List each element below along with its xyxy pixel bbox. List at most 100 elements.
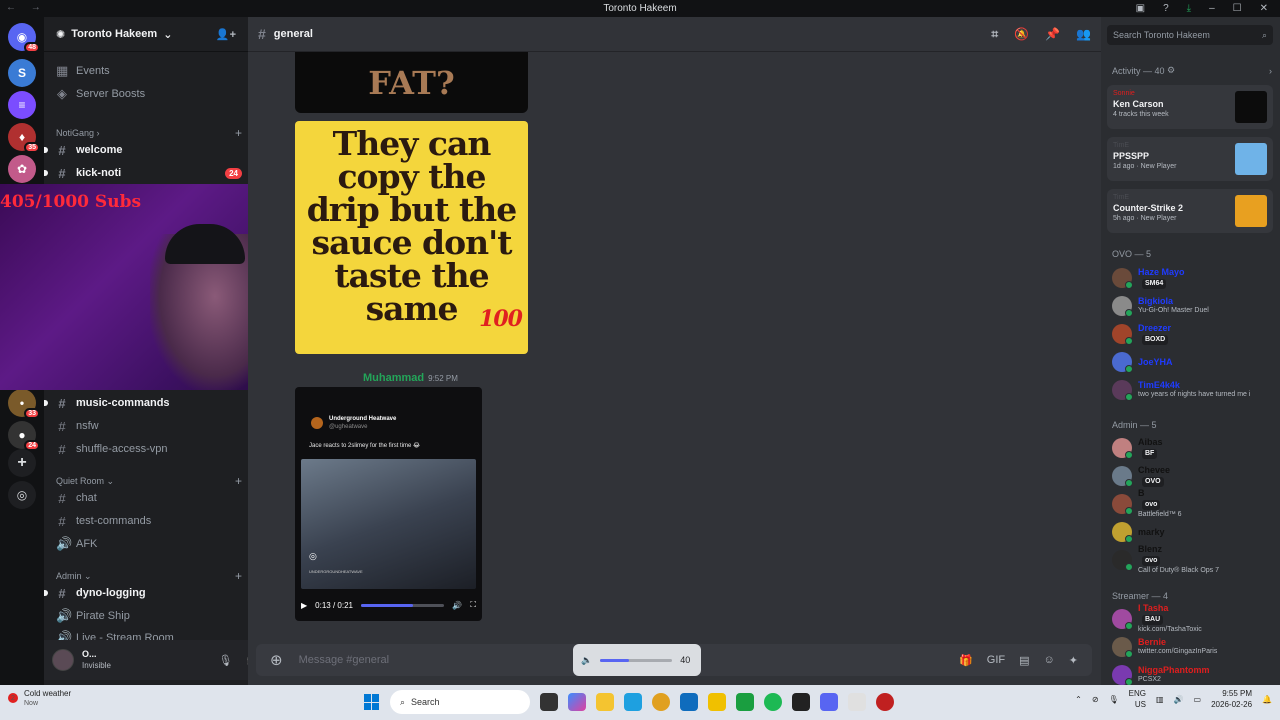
weather-widget[interactable]: 2 Cold weather Now <box>8 689 71 707</box>
channel-chat[interactable]: # chat <box>56 489 242 507</box>
boosts-item[interactable]: ◈ Server Boosts <box>56 85 242 103</box>
help-icon[interactable]: ? <box>1163 3 1169 14</box>
taskbar-search[interactable]: ⌕ Search <box>390 690 530 714</box>
download-icon[interactable]: ⤓ <box>1187 3 1191 14</box>
member-item[interactable]: Chevee OVO <box>1112 465 1274 487</box>
emoji-icon[interactable]: ☺ <box>1044 654 1055 667</box>
fullscreen-icon[interactable]: ⛶ <box>470 600 476 610</box>
app-icon[interactable] <box>792 693 810 711</box>
image-attachment[interactable]: FAT? <box>295 52 528 113</box>
maximize-icon[interactable]: ☐ <box>1233 3 1242 14</box>
video-thumbnail[interactable]: ◎ UNDERGROUNDHEATWAVE <box>301 459 476 589</box>
apps-icon[interactable]: ✦ <box>1069 654 1078 667</box>
chrome-icon[interactable] <box>652 693 670 711</box>
discover-icon[interactable]: ◎ <box>8 481 36 509</box>
category-admin[interactable]: Admin ⌄ + <box>56 569 242 583</box>
activity-card[interactable]: Sonnie Ken Carson 4 tracks this week <box>1107 85 1273 129</box>
avatar[interactable] <box>52 649 74 671</box>
video-progress[interactable] <box>360 603 445 607</box>
channel-pirate-ship[interactable]: 🔊 Pirate Ship <box>56 607 242 625</box>
spotify-icon[interactable] <box>764 693 782 711</box>
add-channel-icon[interactable]: + <box>235 569 242 583</box>
activity-card[interactable]: TimE Counter-Strike 2 5h ago · New Playe… <box>1107 189 1273 233</box>
add-attachment-icon[interactable]: ⊕ <box>270 651 283 669</box>
member-item[interactable]: JoeYHA <box>1112 351 1274 373</box>
channel-dyno-logging[interactable]: # dyno-logging <box>56 584 242 602</box>
server-icon[interactable]: S <box>8 59 36 87</box>
category-quiet-room[interactable]: Quiet Room ⌄ + <box>56 474 242 488</box>
inbox-icon[interactable]: ▣ <box>1136 3 1145 14</box>
home-button[interactable]: ◉ 48 <box>8 23 40 53</box>
channel-test-commands[interactable]: # test-commands <box>56 512 242 530</box>
windows-start-icon[interactable] <box>364 694 380 710</box>
members-icon[interactable]: 👥 <box>1076 27 1091 42</box>
microphone-icon[interactable]: 🎙 <box>218 654 232 667</box>
volume-slider[interactable] <box>600 658 673 662</box>
server-icon[interactable]: ● 24 <box>8 421 40 451</box>
instagram-embed[interactable]: Underground Heatwave @ugheatwave Jace rea… <box>295 387 482 621</box>
server-icon[interactable]: ≡ <box>8 91 36 119</box>
search-input[interactable]: Search Toronto Hakeem ⌕ <box>1107 25 1273 45</box>
channel-afk[interactable]: 🔊 AFK <box>56 535 242 553</box>
gif-icon[interactable]: GIF <box>987 654 1005 667</box>
network-icon[interactable]: ⊘ <box>1092 695 1099 704</box>
channel-nsfw[interactable]: # nsfw <box>56 417 242 435</box>
composer-placeholder[interactable]: Message #general <box>299 654 390 666</box>
chevron-up-icon[interactable]: ⌃ <box>1075 695 1082 704</box>
edge-icon[interactable] <box>624 693 642 711</box>
nav-arrows[interactable]: ← → <box>6 2 47 13</box>
channel-kick-noti[interactable]: # kick-noti 24 <box>56 164 242 182</box>
channel-music-commands[interactable]: # music-commands <box>56 394 242 412</box>
gift-icon[interactable]: 🎁 <box>959 654 973 667</box>
invite-icon[interactable]: 👤+ <box>216 28 236 41</box>
events-item[interactable]: ▦ Events <box>56 62 242 80</box>
volume-icon[interactable]: 🔊 <box>452 601 462 610</box>
battery-icon[interactable]: ▭ <box>1194 695 1202 704</box>
member-item[interactable]: I Tasha BAU kick.com/TashaToxic <box>1112 603 1274 633</box>
minimize-icon[interactable]: – <box>1209 3 1215 14</box>
member-item[interactable]: Haze Mayo SM64 <box>1112 267 1274 289</box>
threads-icon[interactable]: ⌗ <box>991 27 998 42</box>
member-item[interactable]: Dreezer BOXD <box>1112 323 1274 345</box>
play-icon[interactable]: ▶ <box>301 601 307 610</box>
sticker-icon[interactable]: ▤ <box>1019 654 1029 667</box>
language-indicator[interactable]: ENG US <box>1129 688 1146 710</box>
member-item[interactable]: marky <box>1112 521 1274 543</box>
mute-bell-icon[interactable]: 🔕 <box>1014 27 1029 42</box>
message-author[interactable]: Muhammad 9:52 PM <box>363 372 458 384</box>
member-item[interactable]: TimE4k4k two years of nights have turned … <box>1112 379 1274 401</box>
member-item[interactable]: NiggaPhantomm PCSX2 <box>1112 664 1274 686</box>
image-attachment[interactable]: They can copy the drip but the sauce don… <box>295 121 528 354</box>
member-item[interactable]: Aibas BF <box>1112 437 1274 459</box>
user-info[interactable]: O... Invisible <box>82 649 111 671</box>
add-channel-icon[interactable]: + <box>235 126 242 140</box>
category-notigang[interactable]: NotiGang › + <box>56 126 242 140</box>
file-explorer-icon[interactable] <box>596 693 614 711</box>
wifi-icon[interactable]: ▥ <box>1156 695 1164 704</box>
app-icon[interactable] <box>680 693 698 711</box>
server-icon[interactable]: • 33 <box>8 389 40 419</box>
app-icon[interactable] <box>848 693 866 711</box>
pin-icon[interactable]: 📌 <box>1045 27 1060 42</box>
member-item[interactable]: Bigkiola Yu-Gi-Oh! Master Duel <box>1112 295 1274 317</box>
discord-taskbar-icon[interactable] <box>820 693 838 711</box>
add-server-icon[interactable]: + <box>8 449 36 477</box>
copilot-icon[interactable] <box>568 693 586 711</box>
mic-tray-icon[interactable]: 🎙 <box>1109 695 1119 704</box>
channel-shuffle[interactable]: # shuffle-access-vpn <box>56 440 242 458</box>
chevron-right-icon[interactable]: › <box>1269 66 1272 76</box>
notifications-icon[interactable]: 🔔 <box>1262 695 1272 704</box>
xbox-icon[interactable] <box>736 693 754 711</box>
clock[interactable]: 9:55 PM 2026-02-26 <box>1211 688 1252 710</box>
close-icon[interactable]: ✕ <box>1260 3 1268 14</box>
app-icon[interactable] <box>876 693 894 711</box>
member-item[interactable]: Bernie twitter.com/GingazInParis <box>1112 636 1274 658</box>
guild-header[interactable]: ✺ Toronto Hakeem ⌄ 👤+ <box>44 17 248 52</box>
member-item[interactable]: Bovo Battlefield™ 6 <box>1112 488 1274 518</box>
member-item[interactable]: Blenz ovo Call of Duty® Black Ops 7 <box>1112 544 1274 574</box>
activity-card[interactable]: TimE PPSSPP 1d ago · New Player <box>1107 137 1273 181</box>
server-icon[interactable]: ♦ 35 <box>8 123 40 153</box>
channel-welcome[interactable]: # welcome <box>56 141 242 159</box>
server-icon[interactable]: ✿ <box>8 155 36 183</box>
add-channel-icon[interactable]: + <box>235 474 242 488</box>
